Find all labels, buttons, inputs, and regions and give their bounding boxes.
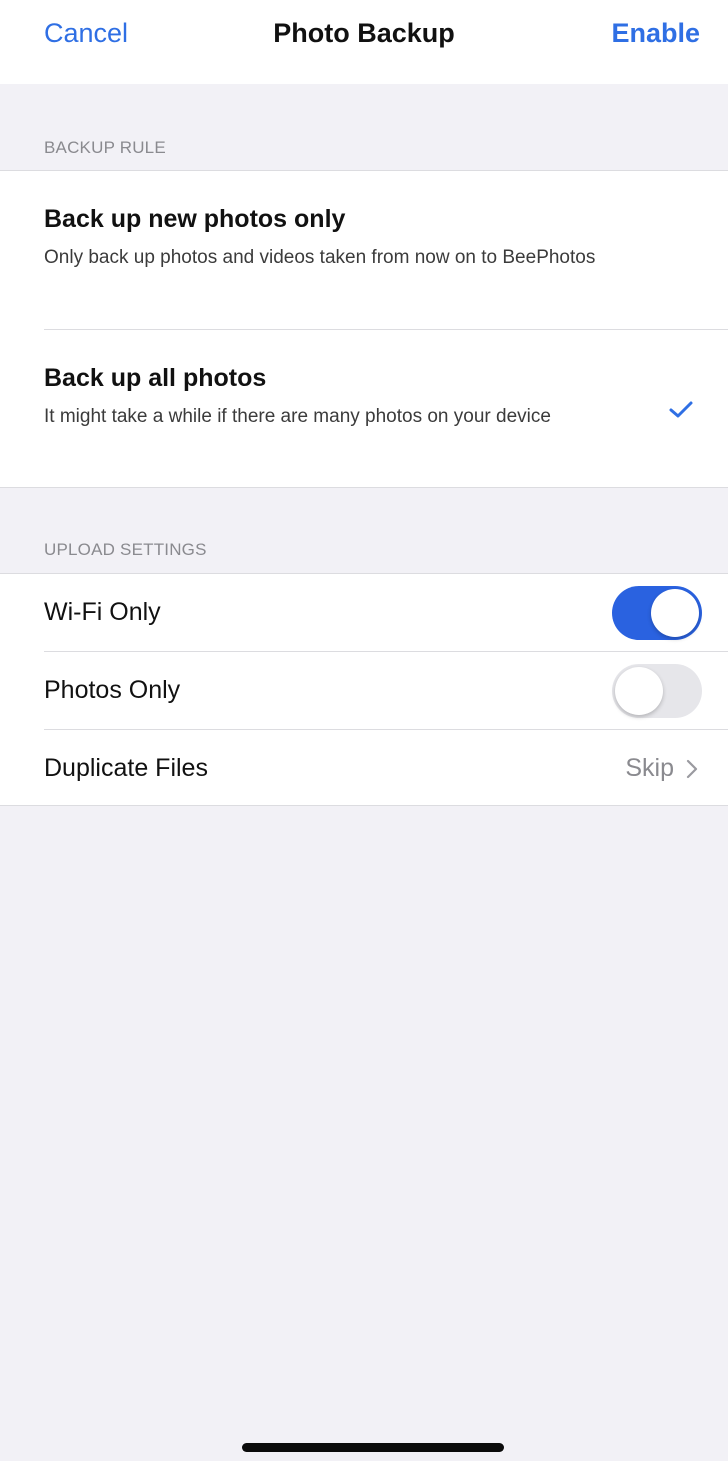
toggle-knob bbox=[615, 667, 663, 715]
checkmark-icon bbox=[669, 401, 693, 418]
setting-row-duplicate-files[interactable]: Duplicate Files Skip bbox=[0, 730, 728, 807]
setting-label: Wi-Fi Only bbox=[44, 598, 161, 626]
option-title: Back up all photos bbox=[44, 364, 267, 392]
option-new-photos-only[interactable]: Back up new photos only Only back up pho… bbox=[0, 171, 728, 329]
option-all-photos[interactable]: Back up all photos It might take a while… bbox=[0, 330, 728, 488]
wifi-only-toggle[interactable] bbox=[612, 586, 702, 640]
setting-label: Photos Only bbox=[44, 676, 181, 704]
setting-row-wifi-only: Wi-Fi Only bbox=[0, 574, 728, 651]
chevron-right-icon bbox=[686, 759, 698, 778]
toggle-knob bbox=[651, 589, 699, 637]
photos-only-toggle[interactable] bbox=[612, 664, 702, 718]
option-description: Only back up photos and videos taken fro… bbox=[44, 247, 596, 268]
enable-button[interactable]: Enable bbox=[611, 18, 700, 49]
backup-rule-group: Back up new photos only Only back up pho… bbox=[0, 170, 728, 488]
upload-settings-header: UPLOAD SETTINGS bbox=[44, 540, 207, 559]
option-title: Back up new photos only bbox=[44, 205, 346, 233]
navigation-bar: Cancel Photo Backup Enable bbox=[0, 0, 728, 84]
home-indicator bbox=[242, 1443, 504, 1452]
backup-rule-header: BACKUP RULE bbox=[44, 138, 166, 157]
upload-settings-group: Wi-Fi Only Photos Only Duplicate Files S… bbox=[0, 573, 728, 806]
setting-row-photos-only: Photos Only bbox=[0, 652, 728, 729]
setting-label: Duplicate Files bbox=[44, 754, 208, 782]
setting-value: Skip bbox=[625, 754, 674, 782]
option-description: It might take a while if there are many … bbox=[44, 406, 551, 427]
duplicate-files-value: Skip bbox=[625, 754, 698, 783]
